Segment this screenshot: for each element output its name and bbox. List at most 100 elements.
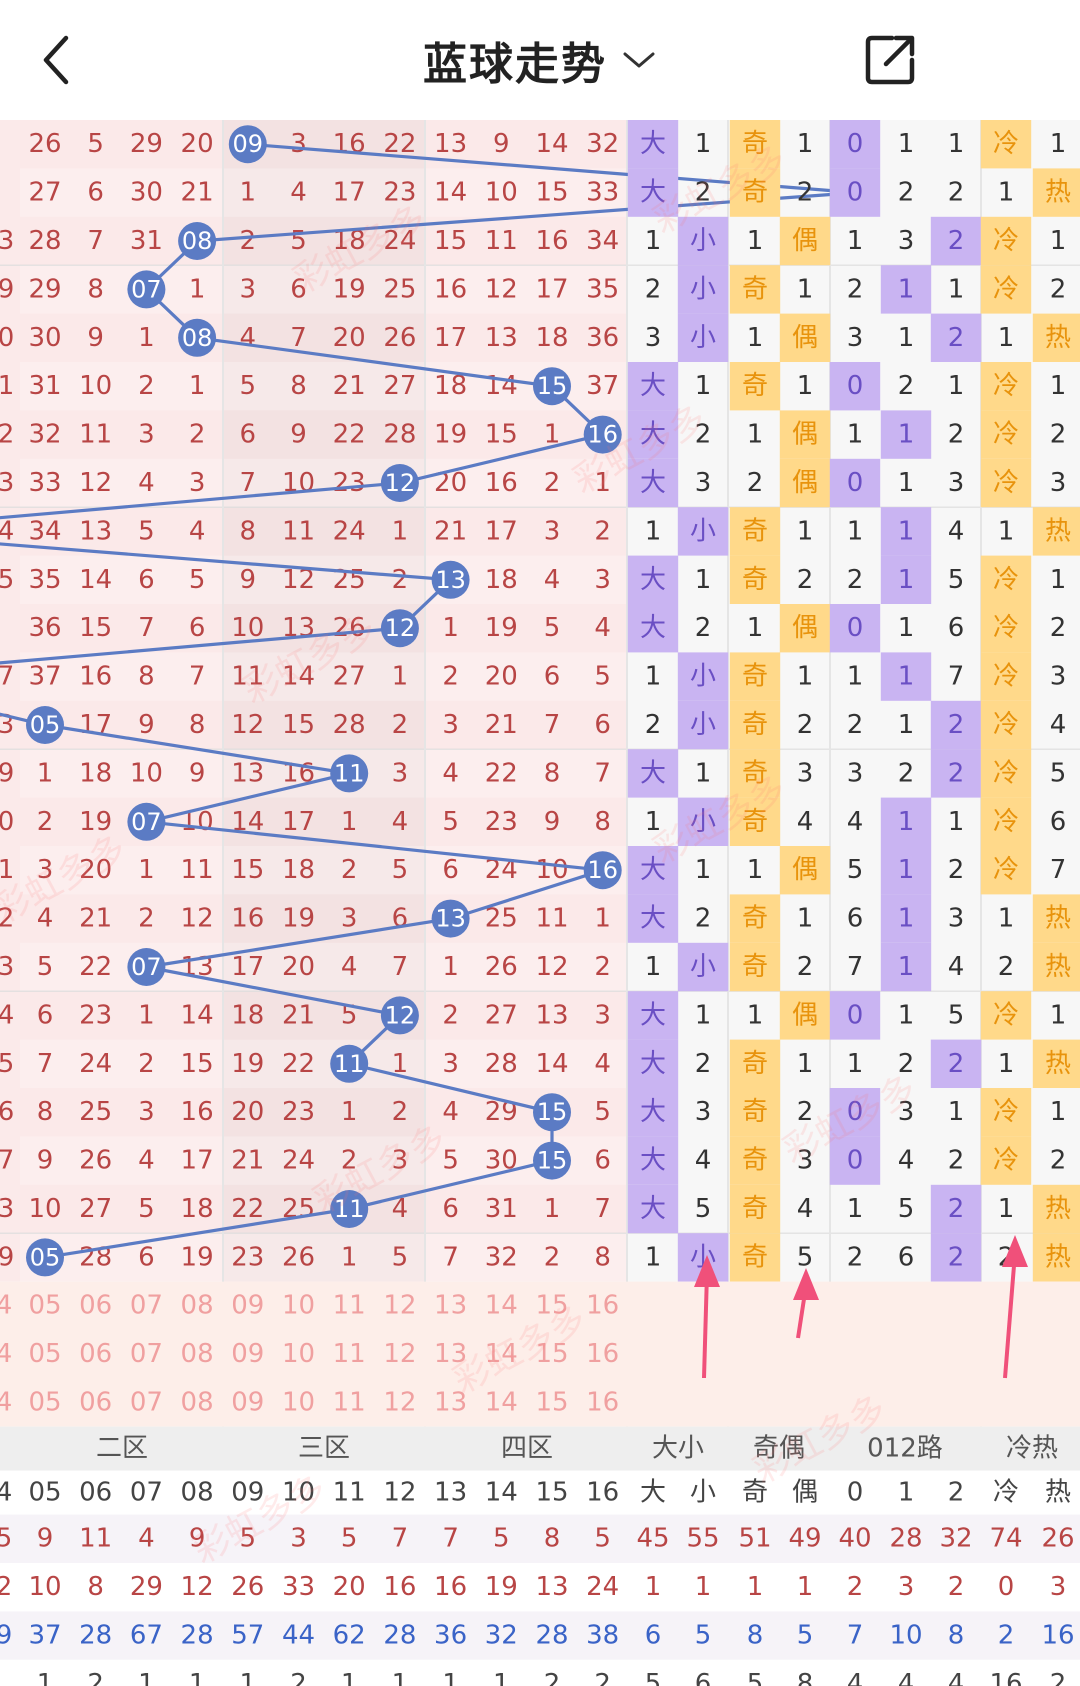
omission-cell: 32 [28, 420, 61, 450]
analysis-hit-label: 小 [690, 226, 716, 256]
analysis-sub-label: 偶 [792, 1478, 818, 1508]
trend-board[interactable]: 26 5 29 20 3 16 22 13 9 14 3227 6 30 21 1 4 17 23 14 10 15 33… [0, 120, 1080, 1686]
omission-cell: 18 [79, 758, 112, 788]
column-number: 16 [586, 1478, 619, 1508]
analysis-hit-label: 1 [898, 952, 915, 982]
analysis-hit-label: 冷 [993, 710, 1019, 740]
analysis-omit-value: 2 [747, 468, 764, 498]
stats-value: 10 [889, 1620, 922, 1650]
omission-cell: 8 [138, 662, 155, 692]
stats-value: 28 [79, 1620, 112, 1650]
stats-value: 32 [939, 1524, 972, 1554]
analysis-hit-label: 奇 [742, 904, 768, 934]
analysis-omit-value: 4 [948, 952, 965, 982]
trend-ball-label: 07 [131, 808, 162, 836]
left-partial-number: 4 [0, 1000, 14, 1030]
analysis-omit-value: 1 [998, 1194, 1015, 1224]
omission-cell: 6 [442, 855, 459, 885]
omission-cell: 21 [434, 516, 467, 546]
omission-cell: 17 [282, 807, 315, 837]
prediction-cell: 07 [130, 1291, 163, 1321]
analysis-omit-value: 4 [797, 807, 814, 837]
prediction-cell: 05 [28, 1339, 61, 1369]
analysis-omit-value: 1 [998, 178, 1015, 208]
prediction-cell: 07 [130, 1339, 163, 1369]
analysis-omit-value: 1 [797, 1049, 814, 1079]
omission-cell: 7 [290, 323, 307, 353]
omission-cell: 3 [392, 758, 409, 788]
omission-cell: 4 [290, 178, 307, 208]
analysis-omit-value: 1 [1050, 565, 1067, 595]
stats-value: 1 [747, 1572, 764, 1602]
analysis-omit-value: 7 [847, 952, 864, 982]
stats-value: 8 [948, 1620, 965, 1650]
prediction-cell: 09 [231, 1291, 264, 1321]
analysis-hit-label: 2 [948, 758, 965, 788]
analysis-hit-label: 冷 [993, 807, 1019, 837]
left-partial-number: 1 [0, 855, 14, 885]
title-dropdown[interactable]: 蓝球走势 [0, 0, 1080, 120]
omission-cell: 2 [594, 952, 611, 982]
prediction-cell: 08 [181, 1387, 214, 1417]
omission-cell: 36 [28, 613, 61, 643]
analysis-hit-label: 热 [1045, 178, 1071, 208]
analysis-omit-value: 1 [998, 516, 1015, 546]
analysis-omit-value: 1 [898, 468, 915, 498]
omission-cell: 14 [535, 129, 568, 159]
prediction-cell: 16 [586, 1339, 619, 1369]
analysis-omit-value: 1 [847, 1049, 864, 1079]
omission-cell: 5 [594, 662, 611, 692]
analysis-omit-value: 1 [645, 516, 662, 546]
analysis-hit-label: 热 [1045, 516, 1071, 546]
analysis-hit-label: 0 [847, 1000, 864, 1030]
omission-cell: 4 [594, 1049, 611, 1079]
analysis-hit-label: 0 [847, 1146, 864, 1176]
stats-value: 1 [645, 1572, 662, 1602]
analysis-hit-label: 冷 [993, 662, 1019, 692]
analysis-omit-value: 2 [847, 710, 864, 740]
stats-value: 4 [948, 1669, 965, 1686]
omission-cell: 30 [130, 178, 163, 208]
omission-cell: 11 [485, 226, 518, 256]
stats-value: 2 [1050, 1669, 1067, 1686]
analysis-omit-value: 1 [847, 226, 864, 256]
analysis-header-label: 012路 [867, 1434, 943, 1464]
stats-value: 2 [594, 1669, 611, 1686]
analysis-omit-value: 1 [695, 371, 712, 401]
omission-cell: 17 [434, 323, 467, 353]
omission-cell: 11 [282, 516, 315, 546]
analysis-hit-label: 热 [1045, 1049, 1071, 1079]
omission-cell: 14 [434, 178, 467, 208]
omission-cell: 16 [231, 904, 264, 934]
column-number: 15 [535, 1478, 568, 1508]
analysis-omit-value: 1 [1050, 371, 1067, 401]
omission-cell: 3 [290, 129, 307, 159]
analysis-omit-value: 3 [797, 758, 814, 788]
stats-value: 9 [37, 1524, 54, 1554]
omission-cell: 16 [181, 1097, 214, 1127]
analysis-hit-label: 大 [640, 758, 666, 788]
stats-value: 6 [645, 1620, 662, 1650]
omission-cell: 32 [586, 129, 619, 159]
analysis-hit-label: 2 [948, 710, 965, 740]
omission-cell: 4 [442, 1097, 459, 1127]
prediction-cell: 07 [130, 1387, 163, 1417]
stats-value: 7 [392, 1524, 409, 1554]
stats-value: 2 [290, 1669, 307, 1686]
analysis-hit-label: 0 [847, 371, 864, 401]
left-partial-number: 5 [0, 1049, 14, 1079]
trend-ball-label: 05 [30, 1243, 61, 1271]
prediction-cell: 09 [231, 1339, 264, 1369]
analysis-omit-value: 2 [1050, 274, 1067, 304]
analysis-hit-label: 奇 [742, 1097, 768, 1127]
omission-cell: 17 [485, 516, 518, 546]
analysis-omit-value: 1 [898, 710, 915, 740]
left-partial-number: 9 [0, 274, 14, 304]
share-export-icon[interactable] [862, 32, 918, 88]
analysis-omit-value: 4 [1050, 710, 1067, 740]
stats-value: 8 [747, 1620, 764, 1650]
analysis-omit-value: 1 [998, 323, 1015, 353]
analysis-hit-label: 奇 [742, 565, 768, 595]
column-number: 11 [333, 1478, 366, 1508]
analysis-omit-value: 2 [797, 952, 814, 982]
